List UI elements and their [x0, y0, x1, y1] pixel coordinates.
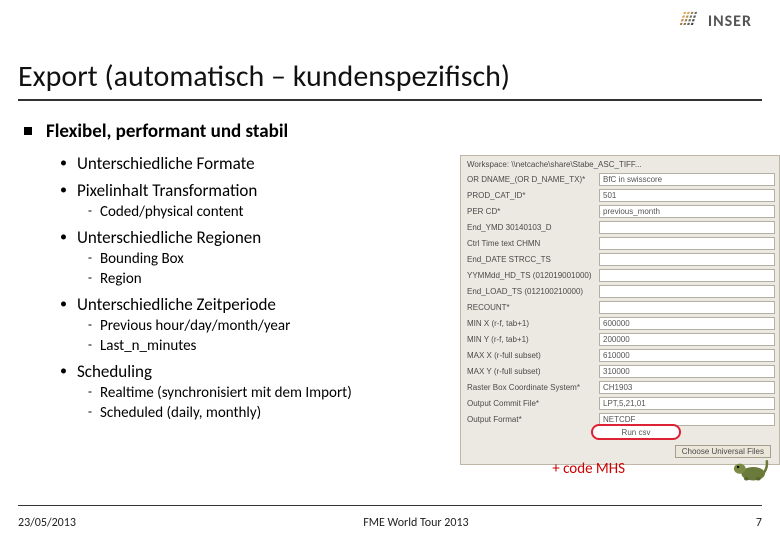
subitem-bbox: Bounding Box — [100, 250, 184, 268]
form-label: RECOUNT* — [467, 303, 595, 312]
dot-bullet-icon: • — [60, 294, 67, 315]
form-label: YYMMdd_HD_TS (012019001000) — [467, 271, 595, 280]
subitem-realtime: Realtime (synchronisiert mit dem Import) — [100, 384, 352, 402]
subitem-coded: Coded/physical content — [100, 203, 244, 221]
form-label: Raster Box Coordinate System* — [467, 383, 595, 392]
dot-bullet-icon: • — [60, 153, 67, 174]
form-input[interactable] — [599, 237, 775, 250]
form-input[interactable] — [599, 253, 775, 266]
dot-bullet-icon: • — [60, 227, 67, 248]
square-bullet-icon — [24, 127, 32, 135]
dot-bullet-icon: • — [60, 180, 67, 201]
workspace-path: Workspace: \\netcache\share\Stabe_ASC_TI… — [467, 160, 775, 169]
form-input[interactable] — [599, 221, 775, 234]
form-label: End_LOAD_TS (012100210000) — [467, 287, 595, 296]
form-input[interactable] — [599, 285, 775, 298]
dash-bullet-icon: - — [88, 337, 92, 355]
item-formats: Unterschiedliche Formate — [77, 153, 255, 174]
footer: 23/05/2013 FME World Tour 2013 7 — [18, 516, 762, 530]
subitem-previous: Previous hour/day/month/year — [100, 317, 290, 335]
subitem-region: Region — [100, 270, 142, 288]
run-highlight[interactable]: Run csv — [591, 424, 681, 440]
page-title: Export (automatisch – kundenspezifisch) — [18, 58, 762, 101]
item-regions: Unterschiedliche Regionen — [77, 227, 261, 248]
logo-text: INSER — [708, 12, 752, 31]
form-label: Ctrl Time text CHMN — [467, 239, 595, 248]
form-label: Output Commit File* — [467, 399, 595, 408]
form-input[interactable]: previous_month — [599, 205, 775, 218]
heading-flexibel: Flexibel, performant und stabil — [46, 120, 288, 143]
subitem-scheduled: Scheduled (daily, monthly) — [100, 404, 261, 422]
dash-bullet-icon: - — [88, 317, 92, 335]
subitem-lastn: Last_n_minutes — [100, 337, 196, 355]
dash-bullet-icon: - — [88, 270, 92, 288]
form-input[interactable]: LPT,5,21,01 — [599, 397, 775, 410]
form-label: MAX Y (r-full subset) — [467, 367, 595, 376]
logo-icon — [680, 10, 702, 32]
form-input[interactable]: CH1903 — [599, 381, 775, 394]
form-input[interactable]: 610000 — [599, 349, 775, 362]
form-label: PROD_CAT_ID* — [467, 191, 595, 200]
form-input[interactable]: 600000 — [599, 317, 775, 330]
item-pixel: Pixelinhalt Transformation — [77, 180, 257, 201]
footer-divider — [18, 505, 762, 506]
form-input[interactable]: BfC in swisscore — [599, 173, 775, 186]
dash-bullet-icon: - — [88, 250, 92, 268]
dot-bullet-icon: • — [60, 361, 67, 382]
form-label: PER CD* — [467, 207, 595, 216]
form-label: MAX X (r-full subset) — [467, 351, 595, 360]
footer-date: 23/05/2013 — [18, 516, 76, 530]
workspace-form-panel: Workspace: \\netcache\share\Stabe_ASC_TI… — [460, 155, 780, 465]
item-period: Unterschiedliche Zeitperiode — [77, 294, 276, 315]
code-mhs-note: + code MHS — [552, 460, 625, 478]
footer-page: 7 — [756, 516, 762, 530]
form-label: MIN Y (r-f, tab+1) — [467, 335, 595, 344]
logo: INSER — [680, 10, 752, 32]
form-label: Output Format* — [467, 415, 595, 424]
dash-bullet-icon: - — [88, 203, 92, 221]
form-label: End_YMD 30140103_D — [467, 223, 595, 232]
dash-bullet-icon: - — [88, 384, 92, 402]
form-label: OR DNAME_(OR D_NAME_TX)* — [467, 175, 595, 184]
form-input[interactable]: 310000 — [599, 365, 775, 378]
form-label: End_DATE STRCC_TS — [467, 255, 595, 264]
form-input[interactable]: 200000 — [599, 333, 775, 346]
footer-center: FME World Tour 2013 — [363, 516, 468, 530]
form-input[interactable] — [599, 301, 775, 314]
form-input[interactable] — [599, 269, 775, 282]
form-input[interactable]: 501 — [599, 189, 775, 202]
item-scheduling: Scheduling — [77, 361, 152, 382]
form-label: MIN X (r-f, tab+1) — [467, 319, 595, 328]
lizard-icon — [728, 450, 770, 484]
bullet-content: Flexibel, performant und stabil • Untersc… — [24, 120, 444, 422]
dash-bullet-icon: - — [88, 404, 92, 422]
